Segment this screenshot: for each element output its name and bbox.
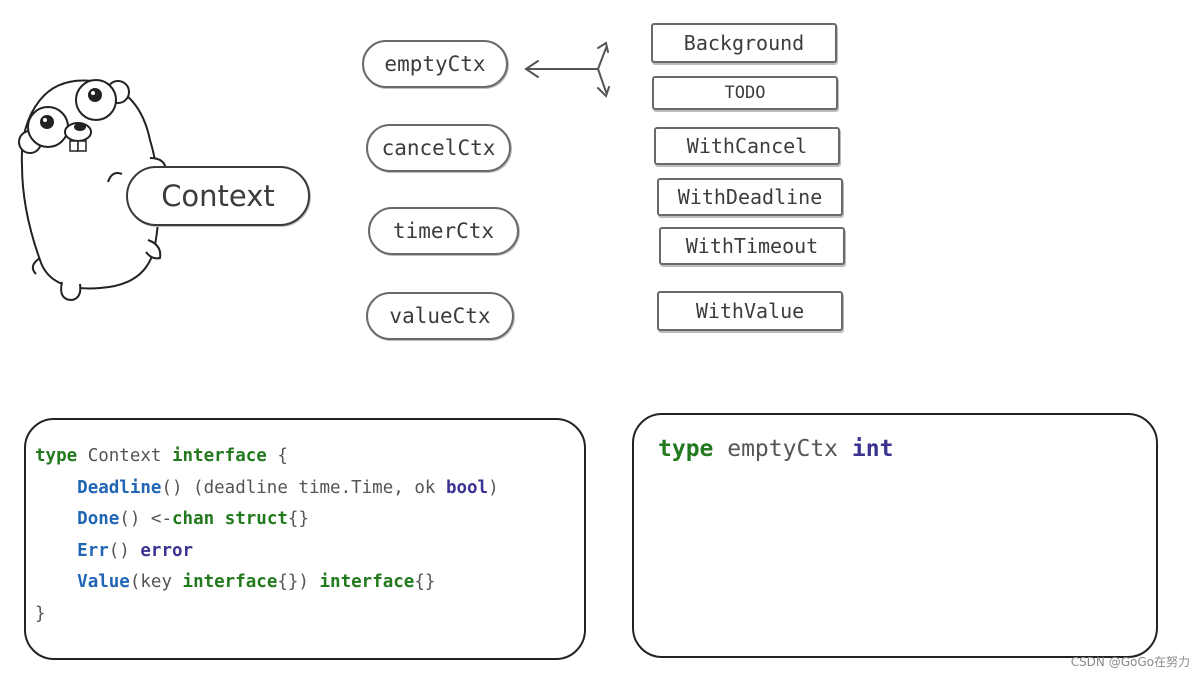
type-label: emptyCtx: [384, 52, 486, 76]
type-valuectx: valueCtx: [366, 292, 514, 340]
type-emptyctx: emptyCtx: [362, 40, 508, 88]
watermark: CSDN @GoGo在努力: [1070, 655, 1190, 669]
func-background: Background: [651, 23, 837, 63]
func-withtimeout: WithTimeout: [659, 227, 845, 265]
func-label: WithTimeout: [685, 234, 819, 258]
type-label: timerCtx: [392, 219, 495, 243]
context-label: Context: [161, 179, 275, 213]
code-line-5: Value(key interface{}) interface{}: [77, 572, 436, 592]
type-label: cancelCtx: [381, 136, 496, 160]
func-withdeadline: WithDeadline: [657, 178, 843, 216]
code-line-6: }: [35, 603, 46, 624]
func-label: TODO: [724, 83, 766, 103]
func-label: WithCancel: [686, 134, 808, 158]
code-line-1: type Context interface {: [35, 446, 288, 466]
code-line-3: Done() <-chan struct{}: [77, 509, 309, 529]
func-label: WithValue: [695, 299, 805, 323]
func-todo: TODO: [652, 76, 838, 110]
type-timerctx: timerCtx: [368, 207, 519, 255]
func-label: Background: [683, 31, 805, 55]
type-label: valueCtx: [389, 304, 491, 328]
code-line-4: Err() error: [77, 540, 194, 561]
code-line-2: Deadline() (deadline time.Time, ok bool): [77, 477, 499, 498]
fork-arrow: [524, 41, 610, 98]
func-withvalue: WithValue: [657, 291, 843, 331]
context-bubble: Context: [126, 166, 310, 226]
emptyctx-code: type emptyCtx int: [658, 436, 894, 462]
func-withcancel: WithCancel: [654, 127, 840, 165]
func-label: WithDeadline: [677, 185, 823, 209]
type-cancelctx: cancelCtx: [366, 124, 511, 172]
interface-code: type Context interface { Deadline() (dea…: [35, 441, 499, 630]
